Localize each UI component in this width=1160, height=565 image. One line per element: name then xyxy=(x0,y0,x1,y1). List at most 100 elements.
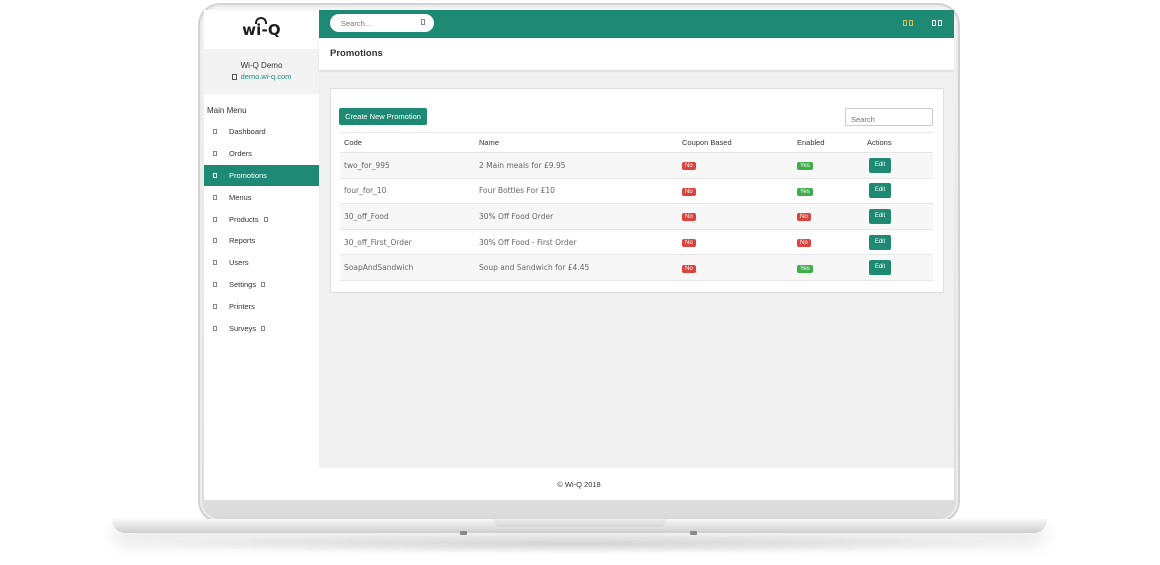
enabled-badge: No xyxy=(797,213,811,222)
promotion-code-cell: SoapAndSandwich xyxy=(340,254,475,281)
sidebar-item-label: Users xyxy=(229,258,249,268)
surveys-icon xyxy=(213,325,217,331)
coupon-badge-cell: No xyxy=(678,229,793,256)
laptop-foot xyxy=(690,531,697,535)
user-site: demo.wi-q.com xyxy=(240,72,292,81)
sidebar-item-label: Reports xyxy=(229,236,256,246)
sidebar-item-label: Dashboard xyxy=(229,127,266,137)
menu-title: Main Menu xyxy=(207,106,247,115)
edit-button-cell: Edit xyxy=(863,152,933,179)
table-row: two_for_995 2 Main meals for £9.95 No Yes Ed… xyxy=(340,152,933,179)
sidebar-item-users[interactable]: Users xyxy=(204,252,319,274)
coupon-badge: No xyxy=(682,162,696,171)
sidebar-item-promotions[interactable]: Promotions xyxy=(204,164,319,187)
enabled-badge: Yes xyxy=(797,264,813,273)
edit-button[interactable]: Edit xyxy=(869,183,891,199)
user-site-row[interactable]: demo.wi-q.com xyxy=(204,72,319,81)
coupon-badge: No xyxy=(682,187,696,196)
promotion-code-cell: four_for_10 xyxy=(340,178,475,205)
column-header: Actions xyxy=(863,132,933,153)
coupon-badge: No xyxy=(682,264,696,273)
printers-icon xyxy=(213,303,217,309)
sidebar-item-label: Printers xyxy=(229,301,255,311)
laptop-shadow xyxy=(130,534,1030,554)
promotion-name-cell: 30% Off Food - First Order xyxy=(475,229,678,256)
global-search-placeholder: Search... xyxy=(341,19,372,28)
settings-icon xyxy=(213,281,217,287)
enabled-badge-cell: Yes xyxy=(793,152,863,179)
sidebar-item-label: Orders xyxy=(229,149,252,159)
notification-icon[interactable] xyxy=(909,20,913,26)
sidebar-item-label: Surveys xyxy=(229,323,257,333)
table-search-input[interactable] xyxy=(845,108,933,126)
promotions-table: Code Name Coupon Based Enabled Actions t… xyxy=(340,132,933,281)
orders-icon xyxy=(213,151,217,157)
sidebar-item-orders[interactable]: Orders xyxy=(204,143,319,165)
logo[interactable]: wi-Q xyxy=(204,10,319,49)
sidebar-item-dashboard[interactable]: Dashboard xyxy=(204,121,319,143)
coupon-badge-cell: No xyxy=(678,152,793,179)
promotion-code: two_for_995 xyxy=(344,160,390,170)
promotion-name: Soup and Sandwich for £4.45 xyxy=(479,263,590,273)
sidebar-item-reports[interactable]: Reports xyxy=(204,230,319,252)
chevron-down-icon xyxy=(261,281,266,287)
search-icon xyxy=(421,19,425,25)
sidebar: wi-Q Wi-Q Demo demo.wi-q.com Main Menu D… xyxy=(204,10,319,468)
coupon-badge: No xyxy=(682,239,696,248)
user-profile: Wi-Q Demo demo.wi-q.com xyxy=(204,49,319,94)
edit-button[interactable]: Edit xyxy=(869,234,891,250)
footer: © Wi-Q 2018 xyxy=(204,468,954,500)
table-header-row: Code Name Coupon Based Enabled Actions xyxy=(340,132,933,153)
sidebar-item-label: Settings xyxy=(229,279,257,289)
promotion-code-cell: two_for_995 xyxy=(340,152,475,179)
laptop-mockup: wi-Q Wi-Q Demo demo.wi-q.com Main Menu D… xyxy=(0,0,1160,565)
menus-icon xyxy=(213,194,217,200)
top-bar: Search... xyxy=(319,10,954,38)
users-icon xyxy=(213,260,217,266)
dashboard-icon xyxy=(213,129,217,135)
coupon-badge-cell: No xyxy=(678,203,793,230)
user-menu-icon[interactable] xyxy=(938,20,942,26)
coupon-badge-cell: No xyxy=(678,178,793,205)
promotion-name: 30% Off Food Order xyxy=(479,211,554,221)
table-row: SoapAndSandwich Soup and Sandwich for £4.… xyxy=(340,254,933,281)
products-icon xyxy=(213,216,217,222)
promotion-name: 2 Main meals for £9.95 xyxy=(479,160,566,170)
edit-button[interactable]: Edit xyxy=(869,208,891,224)
promotion-code-cell: 30_off_Food xyxy=(340,203,475,230)
sidebar-item-surveys[interactable]: Surveys xyxy=(204,317,319,339)
sidebar-item-menus[interactable]: Menus xyxy=(204,186,319,208)
edit-button[interactable]: Edit xyxy=(869,157,891,173)
promotions-card: Create New Promotion Code Name Coupon Ba… xyxy=(330,88,944,293)
promotion-code: 30_off_First_Order xyxy=(344,237,412,247)
edit-button-cell: Edit xyxy=(863,254,933,281)
sidebar-item-settings[interactable]: Settings xyxy=(204,274,319,296)
table-row: 30_off_Food 30% Off Food Order No No Edit xyxy=(340,203,933,230)
enabled-badge-cell: No xyxy=(793,203,863,230)
enabled-badge: Yes xyxy=(797,162,813,171)
enabled-badge: No xyxy=(797,239,811,248)
create-promotion-button[interactable]: Create New Promotion xyxy=(339,108,427,125)
page-title: Promotions xyxy=(319,38,954,70)
sidebar-item-printers[interactable]: Printers xyxy=(204,295,319,317)
promotions-icon xyxy=(213,172,217,178)
promotion-name-cell: Soup and Sandwich for £4.45 xyxy=(475,254,678,281)
column-header: Enabled xyxy=(793,132,863,153)
user-name: Wi-Q Demo xyxy=(240,61,283,70)
notification-icon[interactable] xyxy=(903,20,907,26)
edit-button[interactable]: Edit xyxy=(869,260,891,276)
global-search-input[interactable]: Search... xyxy=(330,14,434,32)
reports-icon xyxy=(213,238,217,244)
app-screen: wi-Q Wi-Q Demo demo.wi-q.com Main Menu D… xyxy=(204,10,954,500)
promotion-name: Four Bottles For £10 xyxy=(479,186,555,196)
column-header: Name xyxy=(475,132,678,153)
sidebar-item-products[interactable]: Products xyxy=(204,208,319,230)
edit-button-cell: Edit xyxy=(863,178,933,205)
sidebar-item-label: Products xyxy=(229,214,259,224)
promotion-code: SoapAndSandwich xyxy=(344,263,414,273)
user-menu-icon[interactable] xyxy=(932,20,936,26)
table-row: four_for_10 Four Bottles For £10 No Yes Edit xyxy=(340,178,933,205)
enabled-badge: Yes xyxy=(797,187,813,196)
chevron-down-icon xyxy=(261,325,266,331)
laptop-notch xyxy=(493,519,667,527)
